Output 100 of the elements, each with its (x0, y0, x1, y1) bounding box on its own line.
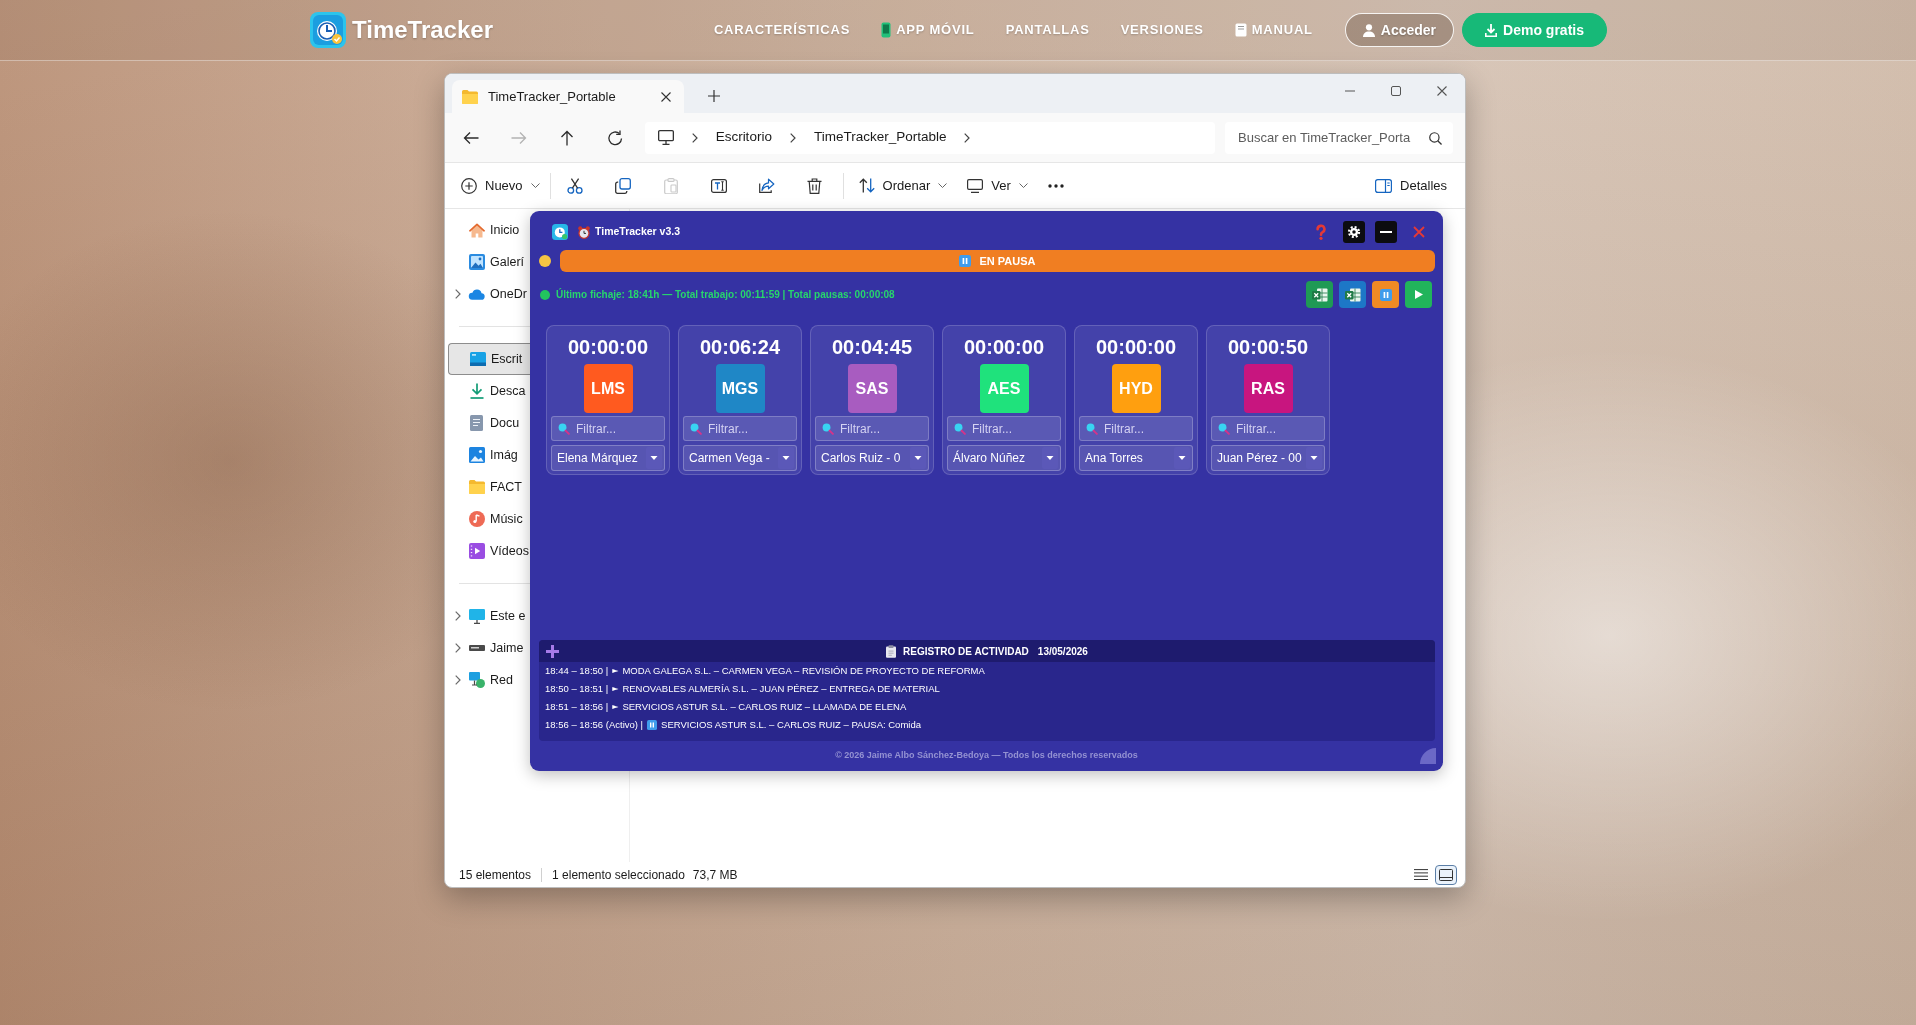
breadcrumb-item[interactable]: Escritorio (715, 127, 772, 148)
sidebar-item[interactable]: Inicio (448, 214, 530, 246)
sidebar-item[interactable]: Jaime (448, 632, 530, 664)
plus-icon (546, 644, 559, 658)
cloud-icon (468, 288, 485, 300)
search-icon (1429, 131, 1442, 145)
play-button[interactable] (1405, 281, 1432, 308)
chevron-down-icon (1018, 183, 1028, 188)
pause-icon (959, 255, 972, 267)
play-icon: ► (612, 665, 619, 677)
breadcrumb-item[interactable]: TimeTracker_Portable (813, 127, 947, 148)
caret-icon (1174, 447, 1190, 469)
search-icon (954, 422, 966, 435)
close-icon (661, 91, 671, 102)
summary-text: Último fichaje: 18:41h — Total trabajo: 00:11:59 | Total pausas: 00:00:08 (556, 287, 895, 302)
drive-icon (468, 645, 485, 651)
phone-icon (881, 22, 892, 38)
initials-badge: LMS (583, 364, 633, 413)
caret-icon (778, 447, 794, 469)
view-button[interactable]: Ver (959, 168, 1036, 203)
settings-icon (1347, 225, 1361, 239)
sidebar-item[interactable]: Galerí (448, 246, 530, 278)
sidebar-item[interactable]: Escrit (448, 343, 530, 375)
employee-select[interactable]: Álvaro Núñez (947, 445, 1061, 471)
refresh-icon (606, 129, 623, 146)
details-button[interactable]: Detalles (1367, 168, 1455, 203)
computer-icon (657, 130, 674, 145)
employee-select[interactable]: Carlos Ruiz - 0 (815, 445, 929, 471)
music-icon (468, 511, 485, 527)
person-icon (1362, 23, 1375, 37)
pause-icon (1379, 288, 1392, 301)
document-icon (470, 415, 483, 431)
tiles-view-button[interactable] (1435, 864, 1457, 885)
search-field[interactable]: Buscar en TimeTracker_Porta (1225, 121, 1453, 154)
search-icon (1218, 422, 1230, 435)
chevron-right-icon (789, 132, 796, 143)
log-entry-text: MODA GALEGA S.L. – CARMEN VEGA – REVISIÓN DE PROYECTO DE REFORMA (622, 663, 985, 678)
picture-icon (468, 447, 485, 463)
sidebar-item[interactable]: Desca (448, 375, 530, 407)
minimize-button[interactable] (1375, 221, 1397, 243)
download-icon (1485, 23, 1498, 37)
employee-select[interactable]: Ana Torres (1079, 445, 1193, 471)
network-icon (468, 672, 485, 688)
home-icon (468, 222, 485, 238)
chevron-right-icon (455, 611, 461, 621)
sort-button[interactable]: Ordenar (850, 168, 956, 203)
copyright-text: © 2026 Jaime Albo Sánchez-Bedoya — Todos los derechos reservados (835, 749, 1138, 763)
new-button[interactable]: Nuevo (453, 168, 548, 203)
address-bar[interactable]: Escritorio TimeTracker_Portable (644, 121, 1215, 154)
minimize-icon (1345, 90, 1355, 92)
play-icon (1414, 290, 1423, 299)
app-title: TimeTracker v3.3 (595, 224, 681, 240)
sidebar-item[interactable]: Imág (448, 439, 530, 471)
log-title: REGISTRO DE ACTIVIDAD (903, 644, 1029, 659)
employee-select[interactable]: Carmen Vega - (683, 445, 797, 471)
plus-circle-icon (461, 177, 477, 194)
sidebar-item[interactable]: FACT (448, 471, 530, 503)
plus-icon (708, 90, 720, 102)
sidebar-item[interactable]: Red (448, 664, 530, 696)
initials-badge: MGS (715, 364, 765, 413)
clipboard-icon (663, 177, 678, 194)
sidebar-item[interactable]: Docu (448, 407, 530, 439)
forward-arrow-icon (510, 130, 527, 145)
initials-badge: HYD (1111, 364, 1161, 413)
computer-icon (468, 608, 485, 624)
play-icon: ► (612, 701, 619, 713)
selection-size: 73,7 MB (692, 866, 738, 884)
timer-text: 00:04:45 (831, 337, 913, 357)
employee-select[interactable]: Elena Márquez (551, 445, 665, 471)
scissors-icon (566, 177, 583, 194)
trash-icon (807, 177, 823, 194)
spreadsheet-button[interactable] (1306, 281, 1333, 308)
timer-text: 00:00:00 (567, 337, 649, 357)
up-arrow-icon (559, 129, 574, 146)
close-icon (1413, 226, 1425, 238)
log-time: 18:50 – 18:51 | (545, 681, 609, 696)
chevron-right-icon (455, 643, 461, 653)
folder-tab[interactable]: TimeTracker_Portable (452, 80, 684, 113)
selection-info: 1 elemento seleccionado (552, 866, 685, 884)
chevron-right-icon (455, 289, 461, 299)
spreadsheet-icon (1344, 287, 1361, 302)
employee-select[interactable]: Juan Pérez - 00 (1211, 445, 1325, 471)
sidebar-item[interactable]: Este e (448, 600, 530, 632)
spreadsheet-button[interactable] (1339, 281, 1366, 308)
search-icon (558, 422, 570, 435)
sidebar-item[interactable]: OneDr (448, 278, 530, 310)
sidebar-item[interactable]: Músic (448, 503, 530, 535)
search-icon (1086, 422, 1098, 435)
sort-icon (858, 178, 875, 193)
desktop-icon (469, 352, 486, 366)
maximize-icon (1391, 86, 1401, 96)
settings-button[interactable] (1343, 221, 1365, 243)
caret-icon (1306, 447, 1322, 469)
sidebar-item[interactable]: Vídeos (448, 535, 530, 567)
folder-icon (468, 480, 485, 494)
list-view-icon (1414, 869, 1428, 880)
monitor-icon (967, 178, 984, 193)
brand-name: TimeTracker (352, 18, 493, 42)
spreadsheet-icon (1311, 287, 1328, 302)
back-arrow-icon (462, 130, 479, 145)
